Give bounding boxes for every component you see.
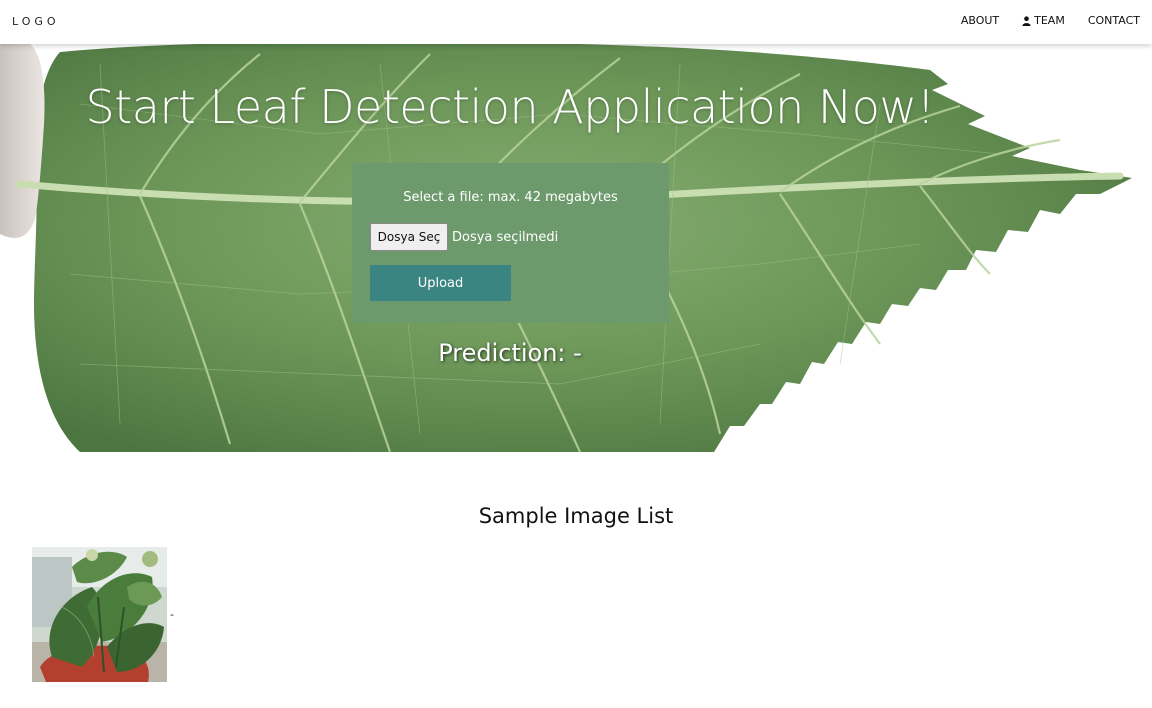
upload-button[interactable]: Upload [370,265,511,301]
sample-item: - [32,547,174,682]
file-input[interactable]: Dosya Seç Dosya seçilmedi [370,223,558,251]
hero-section: Start Leaf Detection Application Now! Se… [0,44,1152,452]
nav-link-team[interactable]: TEAM [1022,14,1065,27]
logo[interactable]: LOGO [12,15,60,28]
nav-link-about-label: ABOUT [960,14,1000,27]
upload-hint: Select a file: max. 42 megabytes [403,190,618,205]
nav-link-about[interactable]: ABOUT [961,14,999,27]
nav-link-team-label: TEAM [1034,14,1065,27]
hero-title: Start Leaf Detection Application Now! [85,80,935,134]
sample-image[interactable] [32,547,167,682]
navbar: LOGO ABOUT TEAM CONTACT [0,0,1152,44]
prediction-result: Prediction: - [438,339,582,367]
nav-link-contact[interactable]: CONTACT [1088,14,1140,27]
nav-links: ABOUT TEAM CONTACT [938,14,1140,27]
choose-file-button[interactable]: Dosya Seç [370,223,448,251]
upload-form: Select a file: max. 42 megabytes Dosya S… [352,163,669,323]
file-status-text: Dosya seçilmedi [452,229,559,245]
sample-label: - [170,608,174,621]
user-icon [1022,15,1031,26]
nav-link-contact-label: CONTACT [1087,14,1140,27]
sample-list-title: Sample Image List [478,504,674,528]
